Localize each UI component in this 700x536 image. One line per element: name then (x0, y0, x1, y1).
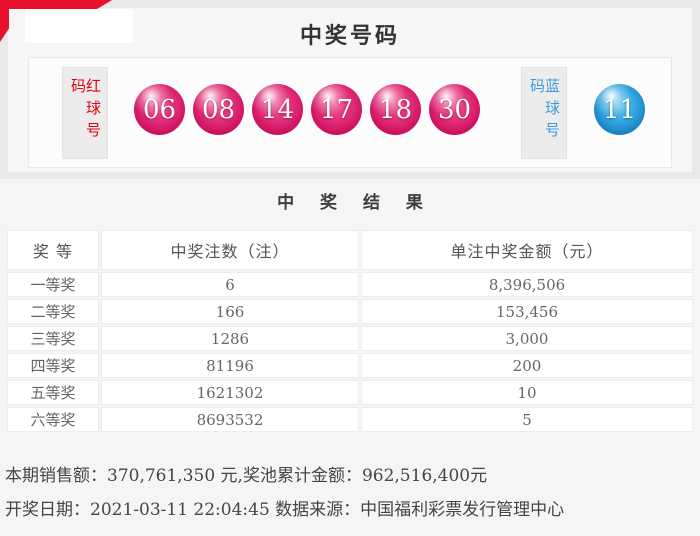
table-row: 四等奖 81196 200 (7, 353, 693, 378)
table-row: 一等奖 6 8,396,506 (7, 272, 693, 297)
red-ball: 17 (303, 84, 370, 142)
red-ball: 06 (126, 84, 193, 142)
red-ball: 30 (421, 84, 488, 142)
draw-date-line: 开奖日期：2021-03-11 22:04:45 数据来源：中国福利彩票发行管理… (5, 500, 565, 520)
logo-placeholder (25, 9, 133, 43)
table-row: 三等奖 1286 3,000 (7, 326, 693, 351)
winning-bets: 6 (101, 272, 359, 297)
winning-bets: 1621302 (101, 380, 359, 405)
prize-level: 一等奖 (7, 272, 99, 297)
red-ball: 14 (244, 84, 311, 142)
red-ball-number: 06 (142, 94, 177, 125)
section-divider (0, 172, 700, 179)
red-ball: 08 (185, 84, 252, 142)
prize-level: 六等奖 (7, 407, 99, 432)
red-ball-number: 17 (319, 94, 354, 125)
winning-bets: 81196 (101, 353, 359, 378)
blue-ball-number: 11 (602, 94, 637, 125)
prize-level: 四等奖 (7, 353, 99, 378)
corner-ribbon-icon (0, 0, 112, 9)
winning-numbers-section: 中奖号码 红球号码 06 08 14 17 18 30 蓝球号码 11 (0, 0, 700, 172)
header-winning-bets: 中奖注数（注） (101, 230, 359, 270)
prize-amount: 10 (361, 380, 693, 405)
header-prize-level: 奖 等 (7, 230, 99, 270)
red-ball-number: 30 (437, 94, 472, 125)
balls-box: 红球号码 06 08 14 17 18 30 蓝球号码 11 (28, 57, 672, 168)
sales-amount-line: 本期销售额：370,761,350 元,奖池累计金额：962,516,400元 (5, 466, 488, 486)
red-ball: 18 (362, 84, 429, 142)
table-row: 五等奖 1621302 10 (7, 380, 693, 405)
prize-level: 五等奖 (7, 380, 99, 405)
red-ball-label: 红球号码 (62, 66, 108, 159)
footer-info: 本期销售额：370,761,350 元,奖池累计金额：962,516,400元 … (5, 459, 700, 527)
table-row: 二等奖 166 153,456 (7, 299, 693, 324)
prize-level: 三等奖 (7, 326, 99, 351)
prize-amount: 5 (361, 407, 693, 432)
winning-bets: 1286 (101, 326, 359, 351)
prize-amount: 3,000 (361, 326, 693, 351)
blue-ball-label: 蓝球号码 (521, 66, 567, 159)
results-table: 奖 等 中奖注数（注） 单注中奖金额（元） 一等奖 6 8,396,506 二等… (5, 228, 695, 434)
table-header-row: 奖 等 中奖注数（注） 单注中奖金额（元） (7, 230, 693, 270)
prize-amount: 153,456 (361, 299, 693, 324)
red-ball-number: 18 (378, 94, 413, 125)
red-ball-number: 14 (260, 94, 295, 125)
red-balls-group: 06 08 14 17 18 30 (126, 84, 488, 142)
prize-level: 二等奖 (7, 299, 99, 324)
results-section: 中 奖 结 果 奖 等 中奖注数（注） 单注中奖金额（元） 一等奖 6 8,39… (0, 179, 700, 527)
results-title: 中 奖 结 果 (277, 193, 433, 213)
table-row: 六等奖 8693532 5 (7, 407, 693, 432)
winning-bets: 166 (101, 299, 359, 324)
red-ball-number: 08 (201, 94, 236, 125)
blue-ball: 11 (586, 84, 653, 142)
header-prize-amount: 单注中奖金额（元） (361, 230, 693, 270)
prize-amount: 200 (361, 353, 693, 378)
prize-amount: 8,396,506 (361, 272, 693, 297)
winning-bets: 8693532 (101, 407, 359, 432)
